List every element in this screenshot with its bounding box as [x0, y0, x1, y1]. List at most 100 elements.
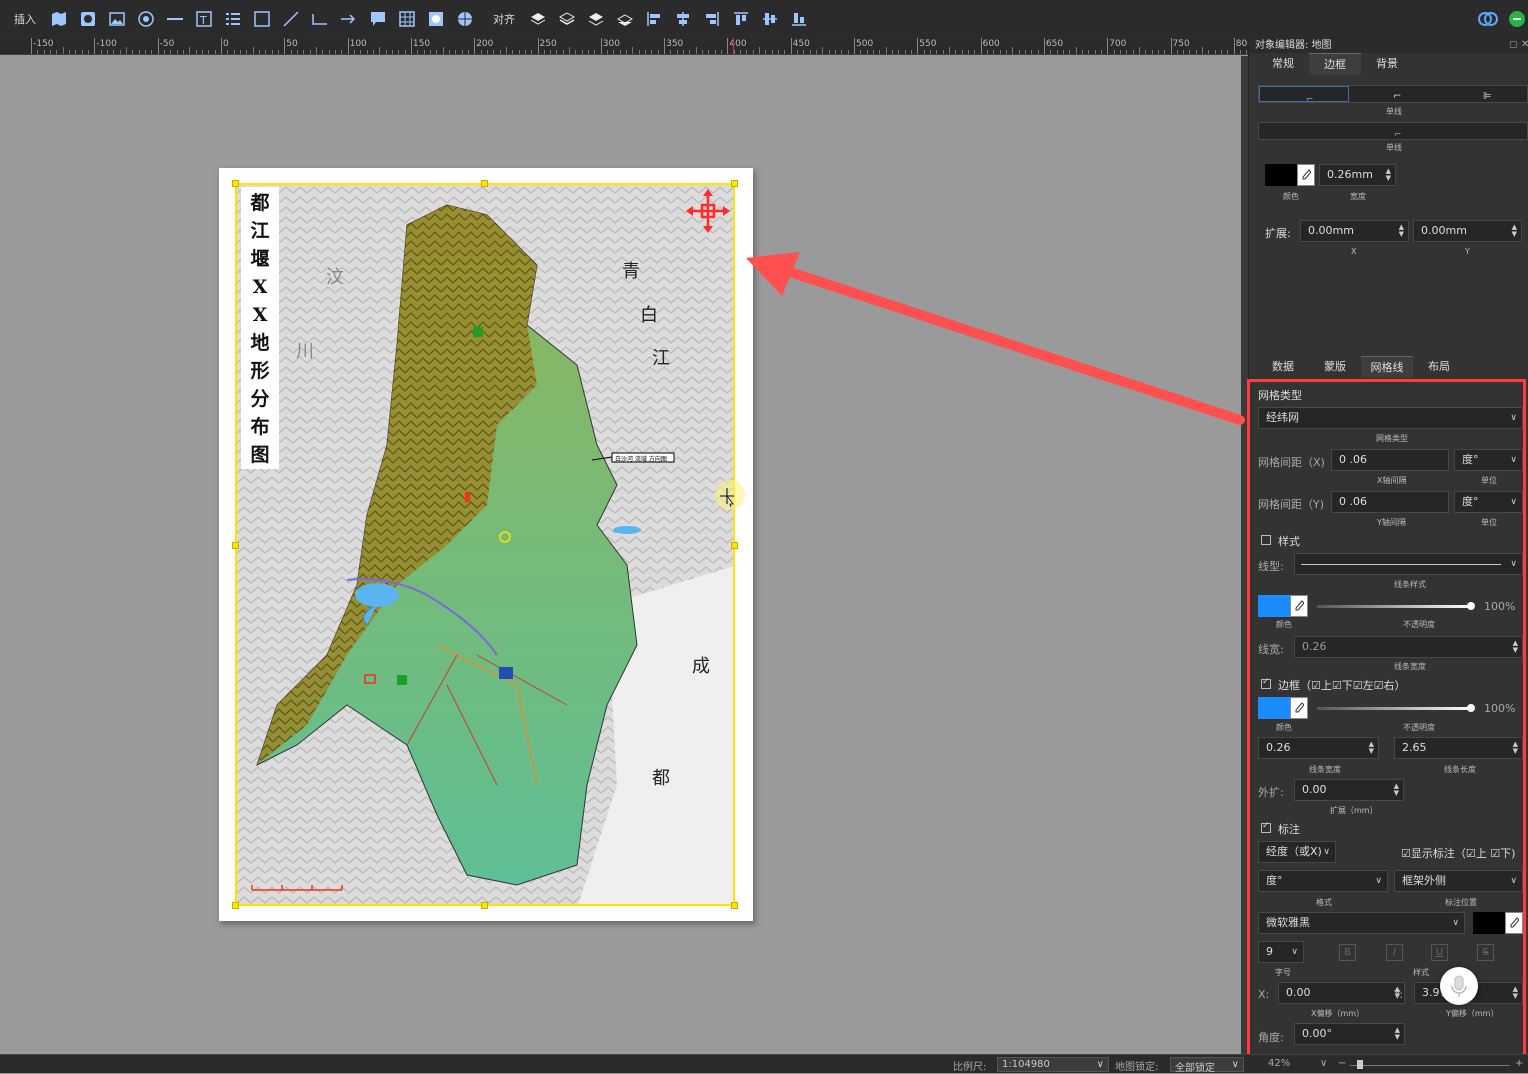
expand-y-input[interactable]: 0.00mm ▲ ▼ [1413, 220, 1522, 242]
linetype-select[interactable]: ∨ [1294, 553, 1523, 575]
border-line-selector[interactable]: ⌐ [1258, 122, 1528, 140]
border-checkbox[interactable] [1261, 677, 1271, 689]
insert-globe-map-icon[interactable] [77, 8, 99, 30]
spacing-x-unit-select[interactable]: 度° ∨ [1454, 449, 1523, 471]
spacing-y-input[interactable]: 0 .06 [1331, 491, 1449, 513]
send-backward-icon[interactable] [585, 8, 607, 30]
tab-gridlines[interactable]: 网格线 [1361, 356, 1413, 378]
border-style-triple[interactable]: ⊫ [1439, 86, 1527, 102]
insert-polyline-icon[interactable] [309, 8, 331, 30]
border-opacity-slider[interactable] [1317, 707, 1471, 710]
bold-button[interactable]: B [1339, 944, 1356, 961]
label-axis-select[interactable]: 经度（或X) ∨ [1258, 841, 1336, 863]
align-bottom-icon[interactable] [788, 8, 810, 30]
border-bottom-checkbox[interactable]: ☑ [1332, 679, 1342, 692]
tab-data[interactable]: 数据 [1257, 356, 1309, 378]
map-frame[interactable]: 白沙河 流域 方向图 [235, 183, 735, 906]
sync-status-icon[interactable] [1506, 8, 1528, 30]
insert-callout-icon[interactable] [367, 8, 389, 30]
border-color-swatch[interactable] [1265, 164, 1298, 186]
font-select[interactable]: 微软雅黑 ∨ [1258, 912, 1465, 934]
map-title[interactable]: 都江堰XX地形分布图 [241, 187, 279, 469]
zoom-out-button[interactable]: − [1338, 1058, 1346, 1069]
insert-arrow-icon[interactable] [338, 8, 360, 30]
grid-opacity-slider[interactable] [1317, 605, 1471, 608]
vertical-scrollbar[interactable] [1241, 56, 1248, 1054]
spacing-y-unit-select[interactable]: 度° ∨ [1454, 491, 1523, 513]
tab-general[interactable]: 常规 [1257, 53, 1309, 75]
border-grid-color-swatch[interactable] [1258, 697, 1291, 719]
zoom-slider-handle[interactable] [1357, 1060, 1363, 1069]
insert-map-icon[interactable] [48, 8, 70, 30]
border-grid-color-picker[interactable] [1290, 697, 1308, 719]
format-select[interactable]: 度° ∨ [1258, 870, 1388, 892]
grid-type-select[interactable]: 经纬网 ∨ [1258, 407, 1523, 429]
insert-frame-icon[interactable] [425, 8, 447, 30]
tab-background[interactable]: 背景 [1361, 53, 1413, 75]
send-to-back-icon[interactable] [614, 8, 636, 30]
insert-text-icon[interactable]: T [193, 8, 215, 30]
spacing-x-input[interactable]: 0 .06 [1331, 449, 1449, 471]
show-bottom-checkbox[interactable]: ☑ [1490, 847, 1500, 860]
panel-float-icon[interactable]: ▢ [1509, 40, 1518, 50]
grid-opacity-handle[interactable] [1467, 602, 1475, 610]
align-left-icon[interactable] [643, 8, 665, 30]
panel-close-icon[interactable]: ✕ [1521, 39, 1528, 50]
border-color-picker[interactable] [1297, 164, 1315, 186]
align-middle-icon[interactable] [759, 8, 781, 30]
border-length-field[interactable]: 2.65 ▲ ▼ [1394, 737, 1523, 759]
align-top-icon[interactable] [730, 8, 752, 30]
border-width-field[interactable]: 0.26 ▲ ▼ [1258, 737, 1379, 759]
insert-compass-icon[interactable] [135, 8, 157, 30]
insert-rectangle-icon[interactable] [251, 8, 273, 30]
show-label-checkbox[interactable]: ☑ [1401, 847, 1411, 860]
strikethrough-button[interactable]: S [1477, 944, 1494, 961]
border-left-checkbox[interactable]: ☑ [1353, 679, 1363, 692]
style-checkbox[interactable] [1261, 535, 1271, 545]
bring-forward-icon[interactable] [556, 8, 578, 30]
zoom-in-button[interactable]: + [1515, 1058, 1523, 1069]
insert-image-icon[interactable] [106, 8, 128, 30]
align-center-icon[interactable] [672, 8, 694, 30]
insert-web-icon[interactable] [454, 8, 476, 30]
horizontal-ruler[interactable]: -150 -100 -50 0 50 100 150 200 250 300 350 400 450 50… [0, 38, 1248, 55]
grid-color-picker[interactable] [1290, 595, 1308, 617]
grid-color-swatch[interactable] [1258, 595, 1291, 617]
outer-input[interactable]: 0.00 ▲ ▼ [1294, 779, 1404, 801]
expand-x-input[interactable]: 0.00mm ▲ ▼ [1300, 220, 1409, 242]
insert-table-icon[interactable] [396, 8, 418, 30]
insert-scalebar-icon[interactable] [164, 8, 186, 30]
show-top-checkbox[interactable]: ☑ [1466, 847, 1476, 860]
border-opacity-handle[interactable] [1467, 704, 1475, 712]
tab-layout[interactable]: 布局 [1413, 356, 1465, 378]
border-style-single[interactable]: ⌐ [1259, 86, 1349, 102]
linewidth-input[interactable]: 0.26 ▲ ▼ [1294, 636, 1523, 658]
x-offset-input[interactable]: 0.00 ▲ ▼ [1278, 982, 1405, 1004]
zoom-value[interactable]: 42% [1268, 1058, 1290, 1069]
italic-button[interactable]: I [1386, 944, 1403, 961]
insert-line-icon[interactable] [280, 8, 302, 30]
border-width-input[interactable]: 0.26mm ▲ ▼ [1319, 164, 1396, 186]
bring-to-front-icon[interactable] [527, 8, 549, 30]
border-style-double[interactable]: ⌐ [1349, 86, 1439, 102]
insert-legend-icon[interactable] [222, 8, 244, 30]
align-right-icon[interactable] [701, 8, 723, 30]
underline-button[interactable]: U [1431, 944, 1448, 961]
zoom-slider[interactable] [1350, 1065, 1510, 1066]
angle-input[interactable]: 0.00° ▲ ▼ [1294, 1023, 1405, 1045]
tab-border[interactable]: 边框 [1309, 53, 1361, 75]
border-top-checkbox[interactable]: ☑ [1311, 679, 1321, 692]
zoom-dropdown-icon[interactable]: ∨ [1320, 1058, 1327, 1069]
label-position-select[interactable]: 框架外侧 ∨ [1394, 870, 1523, 892]
border-right-checkbox[interactable]: ☑ [1374, 679, 1384, 692]
move-handle-icon[interactable] [686, 189, 730, 233]
font-color-picker[interactable] [1505, 912, 1523, 934]
font-size-select[interactable]: 9 ∨ [1258, 941, 1304, 963]
voice-input-button[interactable] [1440, 967, 1478, 1005]
scale-select[interactable]: 1:104980 ∨ [997, 1057, 1109, 1072]
layout-page[interactable]: 白沙河 流域 方向图 [219, 168, 753, 921]
map-lock-select[interactable]: 全部锁定 ∨ [1170, 1057, 1244, 1074]
font-color-swatch[interactable] [1473, 912, 1505, 934]
tab-mask[interactable]: 蒙版 [1309, 356, 1361, 378]
label-checkbox[interactable] [1261, 821, 1271, 833]
